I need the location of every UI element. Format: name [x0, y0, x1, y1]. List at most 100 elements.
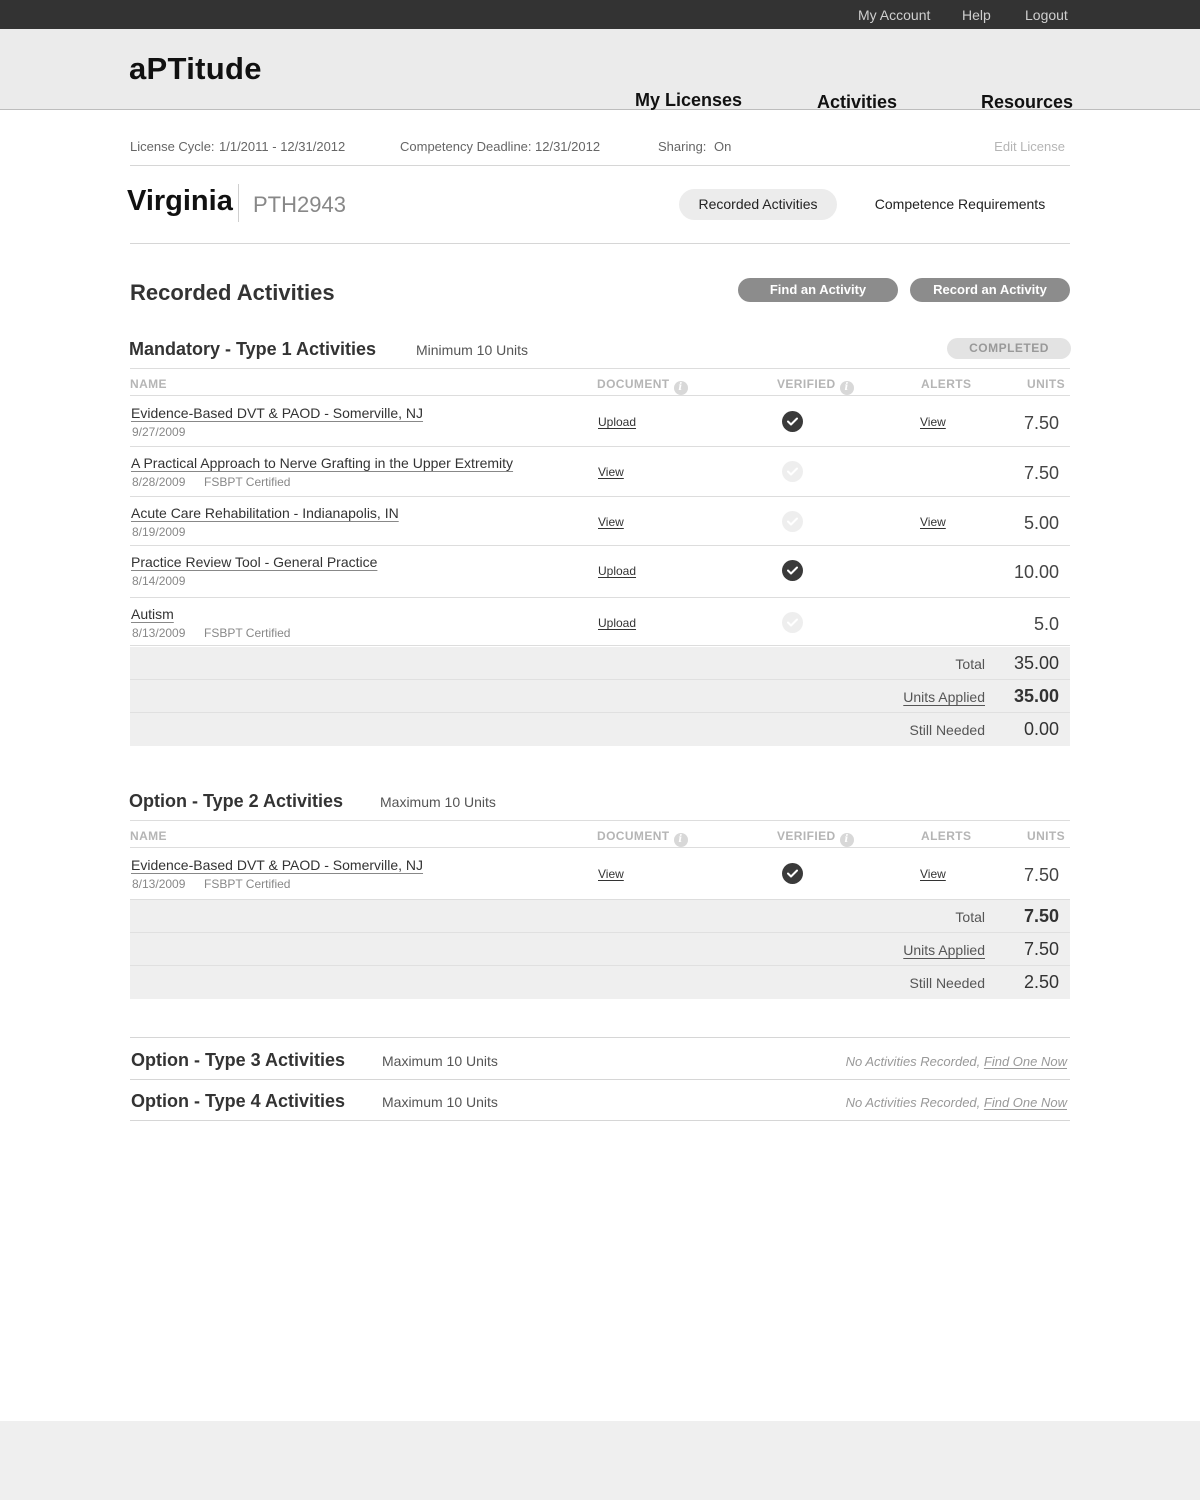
units-applied-link[interactable]: Units Applied	[903, 942, 985, 958]
help-link[interactable]: Help	[962, 7, 991, 23]
divider	[238, 184, 239, 222]
license-state: Virginia	[127, 185, 233, 217]
col-verified-label: VERIFIED	[777, 377, 836, 391]
unverified-check-icon	[782, 461, 803, 482]
page-title: Recorded Activities	[130, 280, 335, 305]
units-value: 7.50	[1023, 463, 1059, 483]
col-verified-label: VERIFIED	[777, 829, 836, 843]
find-one-now-link[interactable]: Find One Now	[984, 1095, 1067, 1110]
table-row: A Practical Approach to Nerve Grafting i…	[130, 447, 1070, 497]
certified-label: FSBPT Certified	[204, 475, 291, 489]
record-activity-button[interactable]: Record an Activity	[910, 278, 1070, 302]
document-link[interactable]: Upload	[598, 564, 636, 578]
activity-name-link[interactable]: Acute Care Rehabilitation - Indianapolis…	[131, 505, 399, 521]
total-line: Total 35.00	[130, 647, 1070, 680]
col-units: UNITS	[1027, 377, 1065, 391]
sharing-label: Sharing:	[658, 139, 707, 154]
nav-my-licenses[interactable]: My Licenses	[635, 90, 742, 111]
empty-text: No Activities Recorded,	[845, 1054, 981, 1069]
still-needed-line: Still Needed 2.50	[130, 966, 1070, 999]
total-value: 35.00	[1013, 653, 1059, 673]
verified-check-icon	[782, 863, 803, 884]
logout-link[interactable]: Logout	[1025, 7, 1068, 23]
info-icon[interactable]: i	[839, 381, 854, 395]
find-activity-button[interactable]: Find an Activity	[738, 278, 898, 302]
certified-label: FSBPT Certified	[204, 877, 291, 891]
document-link[interactable]: Upload	[598, 616, 636, 630]
activity-name-link[interactable]: Practice Review Tool - General Practice	[131, 554, 377, 570]
still-needed-value: 0.00	[1023, 719, 1059, 739]
col-verified: VERIFIED i	[777, 377, 854, 395]
col-name: NAME	[130, 377, 167, 391]
still-needed-label: Still Needed	[909, 722, 986, 738]
divider	[130, 165, 1070, 166]
activity-date: 8/13/2009	[132, 626, 186, 640]
units-applied-value: 7.50	[1023, 939, 1059, 959]
page-footer	[0, 1421, 1200, 1500]
section-subtitle: Maximum 10 Units	[380, 794, 496, 810]
activity-name-link[interactable]: Evidence-Based DVT & PAOD - Somerville, …	[131, 857, 423, 873]
section-subtitle: Maximum 10 Units	[382, 1094, 498, 1110]
my-account-link[interactable]: My Account	[858, 7, 930, 23]
nav-activities[interactable]: Activities	[817, 92, 897, 113]
document-link[interactable]: View	[598, 867, 624, 881]
info-icon[interactable]: i	[673, 381, 688, 395]
col-document: DOCUMENT i	[597, 829, 688, 847]
unverified-check-icon	[782, 511, 803, 532]
tab-competence-requirements[interactable]: Competence Requirements	[862, 189, 1058, 220]
section-title: Option - Type 3 Activities	[131, 1050, 346, 1070]
still-needed-line: Still Needed 0.00	[130, 713, 1070, 746]
still-needed-label: Still Needed	[909, 975, 986, 991]
section-type4[interactable]: Option - Type 4 Activities Maximum 10 Un…	[130, 1079, 1070, 1121]
col-document-label: DOCUMENT	[597, 829, 670, 843]
section-type3[interactable]: Option - Type 3 Activities Maximum 10 Un…	[130, 1038, 1070, 1080]
competency-deadline-value: 12/31/2012	[535, 139, 601, 154]
still-needed-value: 2.50	[1023, 972, 1059, 992]
document-link[interactable]: View	[598, 515, 624, 529]
section-subtitle: Maximum 10 Units	[382, 1053, 498, 1069]
unverified-check-icon	[782, 612, 803, 633]
units-value: 5.00	[1023, 513, 1059, 533]
site-header: aPTitude My Licenses Activities Resource…	[0, 29, 1200, 113]
logo[interactable]: aPTitude	[129, 51, 262, 87]
table-row: Autism 8/13/2009 FSBPT Certified Upload 5.0	[130, 598, 1070, 646]
activity-date: 8/28/2009	[132, 475, 186, 489]
col-verified: VERIFIED i	[777, 829, 854, 847]
table-row: Practice Review Tool - General Practice 8…	[130, 546, 1070, 598]
totals-box: Total 7.50 Units Applied 7.50 Still Need…	[130, 900, 1070, 999]
tab-recorded-activities[interactable]: Recorded Activities	[679, 189, 837, 220]
col-alerts: ALERTS	[921, 377, 972, 391]
units-applied-line: Units Applied 7.50	[130, 933, 1070, 966]
table-row: Evidence-Based DVT & PAOD - Somerville, …	[130, 849, 1070, 900]
alert-view-link[interactable]: View	[920, 867, 946, 881]
edit-license-link[interactable]: Edit License	[994, 139, 1065, 154]
col-units: UNITS	[1027, 829, 1065, 843]
find-one-now-link[interactable]: Find One Now	[984, 1054, 1067, 1069]
units-applied-link[interactable]: Units Applied	[903, 689, 985, 705]
units-applied-line: Units Applied 35.00	[130, 680, 1070, 713]
info-icon[interactable]: i	[839, 833, 854, 847]
info-icon[interactable]: i	[673, 833, 688, 847]
section-subtitle: Minimum 10 Units	[416, 342, 529, 358]
total-label: Total	[955, 656, 985, 672]
units-applied-value: 35.00	[1013, 686, 1059, 706]
document-link[interactable]: Upload	[598, 415, 636, 429]
verified-check-icon	[782, 411, 803, 432]
nav-resources[interactable]: Resources	[981, 92, 1073, 113]
col-document: DOCUMENT i	[597, 377, 688, 395]
document-link[interactable]: View	[598, 465, 624, 479]
alert-view-link[interactable]: View	[920, 415, 946, 429]
alert-view-link[interactable]: View	[920, 515, 946, 529]
activity-name-link[interactable]: Autism	[131, 606, 174, 622]
total-label: Total	[955, 909, 985, 925]
activity-name-link[interactable]: A Practical Approach to Nerve Grafting i…	[131, 455, 513, 471]
status-badge: COMPLETED	[947, 338, 1071, 359]
units-value: 7.50	[1023, 865, 1059, 885]
certified-label: FSBPT Certified	[204, 626, 291, 640]
license-number: PTH2943	[253, 192, 346, 217]
empty-text: No Activities Recorded,	[845, 1095, 981, 1110]
empty-note: No Activities Recorded, Find One Now	[846, 1054, 1067, 1069]
table-row: Acute Care Rehabilitation - Indianapolis…	[130, 497, 1070, 546]
table-header: NAME DOCUMENT i VERIFIED i ALERTS UNITS	[130, 820, 1070, 848]
activity-name-link[interactable]: Evidence-Based DVT & PAOD - Somerville, …	[131, 405, 423, 421]
